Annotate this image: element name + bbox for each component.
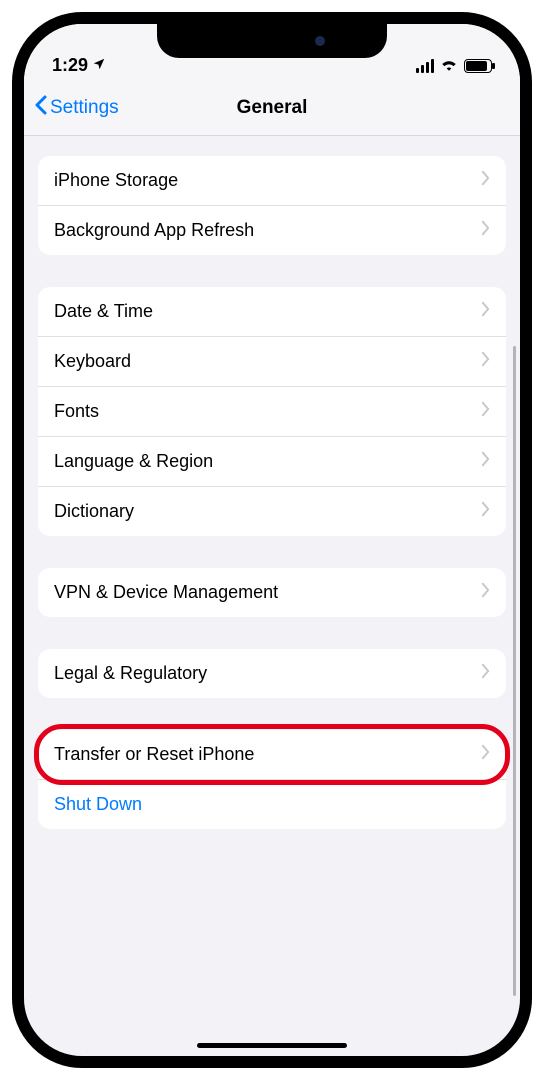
chevron-right-icon xyxy=(481,582,490,603)
chevron-right-icon xyxy=(481,401,490,422)
row-label: Keyboard xyxy=(54,351,131,372)
chevron-right-icon xyxy=(481,744,490,765)
row-keyboard[interactable]: Keyboard xyxy=(38,337,506,387)
mute-switch xyxy=(12,194,13,232)
page-title: General xyxy=(24,97,520,119)
side-button xyxy=(531,274,532,374)
settings-group: VPN & Device Management xyxy=(38,568,506,617)
volume-up-button xyxy=(12,254,13,324)
chevron-right-icon xyxy=(481,501,490,522)
device-frame: 1:29 Settings General xyxy=(12,12,532,1068)
settings-group: Legal & Regulatory xyxy=(38,649,506,698)
row-vpn-device-management[interactable]: VPN & Device Management xyxy=(38,568,506,617)
row-label: Fonts xyxy=(54,401,99,422)
status-left: 1:29 xyxy=(52,55,106,76)
chevron-right-icon xyxy=(481,351,490,372)
chevron-right-icon xyxy=(481,170,490,191)
settings-group: iPhone Storage Background App Refresh xyxy=(38,156,506,255)
screen: 1:29 Settings General xyxy=(24,24,520,1056)
row-dictionary[interactable]: Dictionary xyxy=(38,487,506,536)
row-label: Date & Time xyxy=(54,301,153,322)
chevron-right-icon xyxy=(481,663,490,684)
location-arrow-icon xyxy=(92,57,106,75)
row-label: Shut Down xyxy=(54,794,142,815)
chevron-right-icon xyxy=(481,451,490,472)
row-shut-down[interactable]: Shut Down xyxy=(38,780,506,829)
chevron-right-icon xyxy=(481,220,490,241)
status-time: 1:29 xyxy=(52,55,88,76)
chevron-right-icon xyxy=(481,301,490,322)
scrollbar-track xyxy=(513,346,516,996)
status-right xyxy=(416,55,492,76)
row-label: iPhone Storage xyxy=(54,170,178,191)
nav-bar: Settings General xyxy=(24,80,520,136)
home-indicator[interactable] xyxy=(197,1043,347,1048)
row-label: VPN & Device Management xyxy=(54,582,278,603)
battery-icon xyxy=(464,59,492,73)
scrollbar-thumb[interactable] xyxy=(513,346,516,996)
row-transfer-reset[interactable]: Transfer or Reset iPhone xyxy=(38,730,506,780)
notch xyxy=(157,24,387,58)
wifi-icon xyxy=(440,55,458,76)
settings-group: Transfer or Reset iPhone Shut Down xyxy=(38,730,506,829)
row-label: Dictionary xyxy=(54,501,134,522)
content-scroll[interactable]: iPhone Storage Background App Refresh Date… xyxy=(24,136,520,1056)
row-language-region[interactable]: Language & Region xyxy=(38,437,506,487)
row-label: Transfer or Reset iPhone xyxy=(54,744,254,765)
settings-group: Date & Time Keyboard Fonts Language & Regio… xyxy=(38,287,506,536)
row-iphone-storage[interactable]: iPhone Storage xyxy=(38,156,506,206)
row-background-app-refresh[interactable]: Background App Refresh xyxy=(38,206,506,255)
volume-down-button xyxy=(12,344,13,414)
row-legal-regulatory[interactable]: Legal & Regulatory xyxy=(38,649,506,698)
row-fonts[interactable]: Fonts xyxy=(38,387,506,437)
row-date-time[interactable]: Date & Time xyxy=(38,287,506,337)
row-label: Legal & Regulatory xyxy=(54,663,207,684)
cellular-signal-icon xyxy=(416,59,434,73)
row-label: Background App Refresh xyxy=(54,220,254,241)
row-label: Language & Region xyxy=(54,451,213,472)
